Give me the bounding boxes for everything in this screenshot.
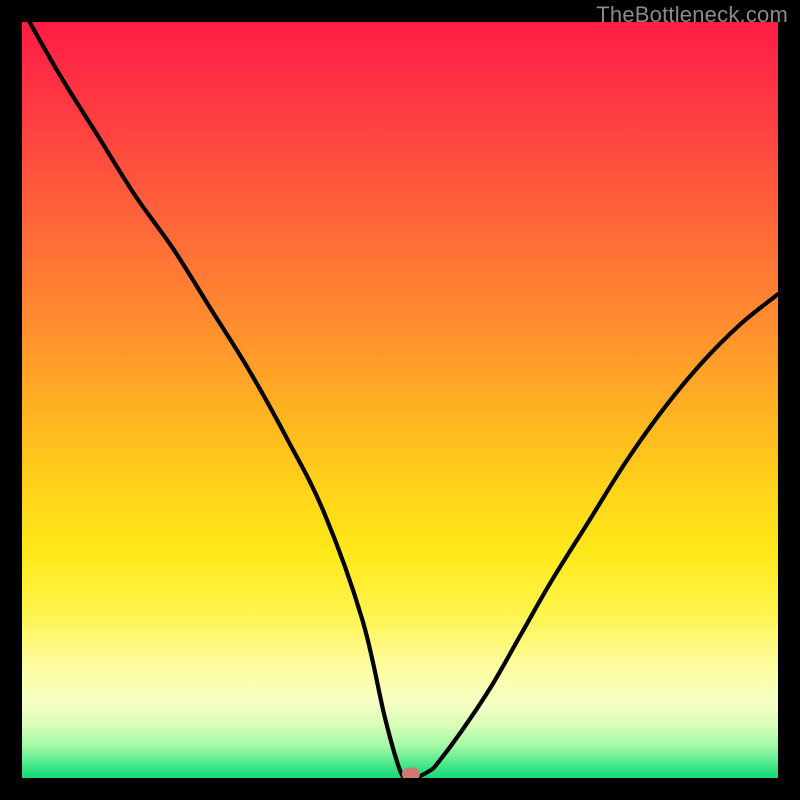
chart-frame: TheBottleneck.com (0, 0, 800, 800)
optimum-marker (402, 768, 420, 779)
plot-area (22, 22, 778, 778)
bottleneck-curve (22, 22, 778, 778)
